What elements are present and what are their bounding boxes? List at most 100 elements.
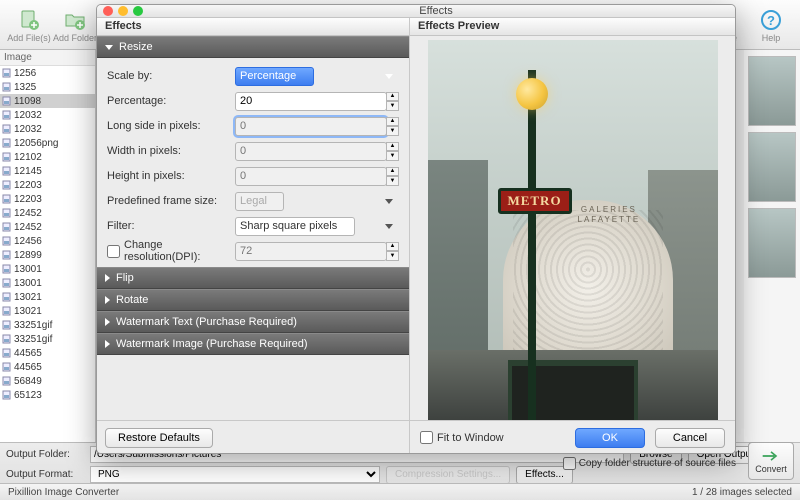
thumbnail[interactable] [748, 208, 796, 278]
spin-down-button[interactable]: ▼ [386, 176, 399, 186]
section-watermark-image[interactable]: Watermark Image (Purchase Required) [97, 333, 409, 355]
dialog-titlebar: Effects [97, 5, 735, 18]
file-row[interactable]: 13021 [0, 290, 95, 304]
percentage-input[interactable] [235, 92, 387, 111]
width-input[interactable] [235, 142, 387, 161]
restore-defaults-button[interactable]: Restore Defaults [105, 428, 213, 448]
help-button[interactable]: ?Help [748, 3, 794, 47]
file-row[interactable]: 1325 [0, 80, 95, 94]
spin-up-button[interactable]: ▲ [386, 92, 399, 102]
file-icon [2, 180, 12, 190]
file-row[interactable]: 12203 [0, 178, 95, 192]
file-name: 65123 [14, 390, 42, 401]
file-icon [2, 138, 12, 148]
file-row[interactable]: 12452 [0, 220, 95, 234]
fit-to-window-check[interactable]: Fit to Window [420, 431, 504, 444]
file-row[interactable]: 11098 [0, 94, 95, 108]
add-folder-icon [62, 7, 88, 33]
compression-settings-button: Compression Settings... [386, 466, 510, 484]
file-name: 12203 [14, 194, 42, 205]
cancel-button[interactable]: Cancel [655, 428, 725, 448]
filter-label: Filter: [107, 220, 235, 232]
file-name: 1256 [14, 68, 36, 79]
file-row[interactable]: 33251gif [0, 318, 95, 332]
output-format-label: Output Format: [6, 469, 84, 480]
file-icon [2, 96, 12, 106]
add-folder-button[interactable]: Add Folder [52, 3, 98, 47]
file-icon [2, 250, 12, 260]
file-row[interactable]: 44565 [0, 360, 95, 374]
spin-up-button[interactable]: ▲ [386, 242, 399, 252]
filter-select[interactable]: Sharp square pixels [235, 217, 355, 236]
height-input[interactable] [235, 167, 387, 186]
file-icon [2, 292, 12, 302]
section-resize[interactable]: Resize [97, 36, 409, 58]
file-icon [2, 124, 12, 134]
file-row[interactable]: 12102 [0, 150, 95, 164]
file-row[interactable]: 12145 [0, 164, 95, 178]
file-name: 12056png [14, 138, 59, 149]
scale-by-select[interactable]: Percentage [235, 67, 314, 86]
file-row[interactable]: 12032 [0, 108, 95, 122]
file-name: 44565 [14, 348, 42, 359]
section-flip[interactable]: Flip [97, 267, 409, 289]
file-row[interactable]: 12203 [0, 192, 95, 206]
file-row[interactable]: 12452 [0, 206, 95, 220]
window-close-button[interactable] [103, 6, 113, 16]
spin-up-button[interactable]: ▲ [386, 117, 399, 127]
file-row[interactable]: 13001 [0, 262, 95, 276]
file-icon [2, 348, 12, 358]
spin-down-button[interactable]: ▼ [386, 251, 399, 261]
file-icon [2, 152, 12, 162]
section-rotate[interactable]: Rotate [97, 289, 409, 311]
copy-folder-structure-check[interactable]: Copy folder structure of source files [563, 457, 736, 470]
width-label: Width in pixels: [107, 145, 235, 157]
spin-down-button[interactable]: ▼ [386, 101, 399, 111]
thumbnail[interactable] [748, 132, 796, 202]
file-row[interactable]: 12899 [0, 248, 95, 262]
spin-down-button[interactable]: ▼ [386, 126, 399, 136]
file-row[interactable]: 1256 [0, 66, 95, 80]
thumbnail[interactable] [748, 56, 796, 126]
file-row[interactable]: 12032 [0, 122, 95, 136]
spin-up-button[interactable]: ▲ [386, 142, 399, 152]
predefined-label: Predefined frame size: [107, 195, 235, 207]
ok-button[interactable]: OK [575, 428, 645, 448]
file-icon [2, 166, 12, 176]
file-row[interactable]: 12456 [0, 234, 95, 248]
convert-button[interactable]: Convert [748, 442, 794, 480]
long-side-input[interactable] [235, 117, 387, 136]
file-row[interactable]: 65123 [0, 388, 95, 402]
file-row[interactable]: 56849 [0, 374, 95, 388]
fit-to-window-checkbox[interactable] [420, 431, 433, 444]
height-label: Height in pixels: [107, 170, 235, 182]
output-format-select[interactable]: PNG [90, 466, 380, 483]
file-row[interactable]: 13001 [0, 276, 95, 290]
file-name: 33251gif [14, 320, 52, 331]
file-row[interactable]: 13021 [0, 304, 95, 318]
file-name: 1325 [14, 82, 36, 93]
file-name: 11098 [14, 96, 41, 107]
file-icon [2, 320, 12, 330]
add-file-icon [16, 7, 42, 33]
spin-down-button[interactable]: ▼ [386, 151, 399, 161]
file-name: 12456 [14, 236, 42, 247]
file-row[interactable]: 33251gif [0, 332, 95, 346]
chevron-right-icon [105, 296, 110, 304]
predefined-size-select[interactable]: Legal [235, 192, 284, 211]
window-zoom-button[interactable] [133, 6, 143, 16]
add-file-button[interactable]: Add File(s) [6, 3, 52, 47]
file-list-sidebar: Image 1256132511098120321203212056png121… [0, 50, 96, 442]
file-row[interactable]: 44565 [0, 346, 95, 360]
effects-dialog: Effects Effects Resize Scale by:Percenta… [96, 4, 736, 454]
file-row[interactable]: 12056png [0, 136, 95, 150]
file-icon [2, 376, 12, 386]
window-minimize-button[interactable] [118, 6, 128, 16]
file-name: 13001 [14, 264, 42, 275]
spin-up-button[interactable]: ▲ [386, 167, 399, 177]
section-watermark-text[interactable]: Watermark Text (Purchase Required) [97, 311, 409, 333]
dpi-input[interactable] [235, 242, 387, 261]
file-name: 12032 [14, 110, 42, 121]
copy-folder-structure-checkbox[interactable] [563, 457, 576, 470]
dpi-checkbox[interactable] [107, 245, 120, 258]
